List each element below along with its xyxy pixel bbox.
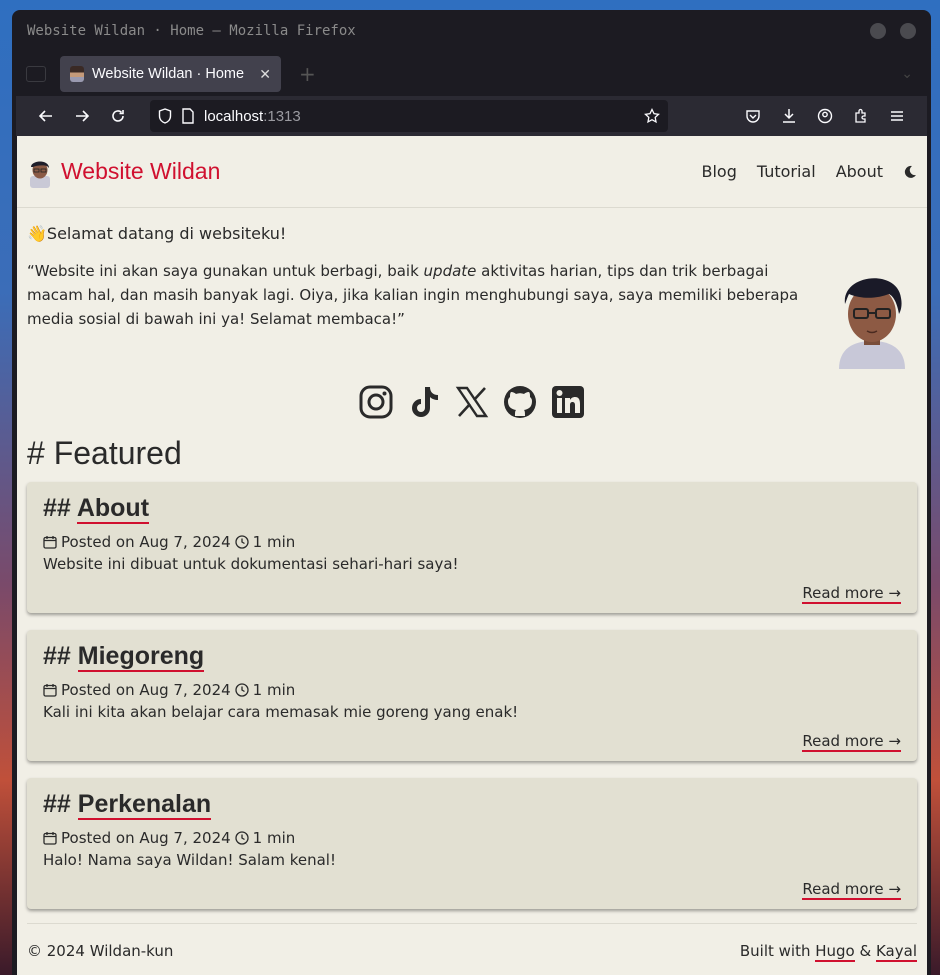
clock-icon — [235, 683, 249, 697]
toolbar-right — [735, 101, 915, 131]
welcome-message: Selamat datang di websiteku! — [46, 224, 287, 243]
window-title: Website Wildan · Home — Mozilla Firefox — [27, 23, 356, 39]
github-icon[interactable] — [503, 385, 537, 419]
forward-arrow-icon[interactable] — [64, 101, 100, 131]
tab-close-icon[interactable]: ✕ — [259, 66, 271, 83]
new-tab-plus-icon[interactable]: + — [299, 62, 316, 86]
account-icon[interactable] — [807, 101, 843, 131]
intro-section: 👋Selamat datang di websiteku! “Website i… — [17, 208, 927, 419]
bookmark-star-icon[interactable] — [644, 108, 660, 124]
moon-icon[interactable] — [903, 165, 917, 179]
read-more-link[interactable]: Read more → — [802, 880, 901, 900]
site-nav: Blog Tutorial About — [701, 162, 917, 181]
calendar-icon — [43, 536, 57, 549]
nav-tutorial[interactable]: Tutorial — [757, 162, 816, 181]
url-host: localhost — [204, 107, 264, 125]
post-card-about: ## About Posted on Aug 7, 2024 1 min Web… — [27, 482, 917, 613]
ampersand: & — [854, 942, 876, 960]
firefox-view-icon[interactable] — [26, 66, 46, 82]
card-title: ## Perkenalan — [43, 790, 901, 820]
social-links — [27, 385, 917, 419]
downloads-icon[interactable] — [771, 101, 807, 131]
site-header: Website Wildan Blog Tutorial About — [17, 136, 927, 208]
tab-label: Website Wildan · Home — [92, 66, 245, 82]
logo-avatar-icon[interactable] — [27, 156, 53, 188]
card-title: ## Miegoreng — [43, 642, 901, 672]
post-link-miegoreng[interactable]: Miegoreng — [77, 642, 205, 672]
quote-emphasis: update — [423, 262, 477, 280]
navigation-toolbar: localhost:1313 — [16, 96, 927, 136]
read-more-link[interactable]: Read more → — [802, 584, 901, 604]
clock-icon — [235, 535, 249, 549]
post-link-perkenalan[interactable]: Perkenalan — [77, 790, 212, 820]
reload-icon[interactable] — [100, 101, 136, 131]
extensions-icon[interactable] — [843, 101, 879, 131]
waving-hand-icon: 👋 — [27, 224, 47, 243]
card-title: ## About — [43, 494, 901, 524]
heading-prefix: ## — [43, 642, 78, 670]
calendar-icon — [43, 684, 57, 697]
title-bar: Website Wildan · Home — Mozilla Firefox — [12, 10, 931, 52]
post-date: Posted on Aug 7, 2024 — [61, 533, 231, 551]
x-icon[interactable] — [455, 385, 489, 419]
minimize-button[interactable] — [870, 23, 886, 39]
site-title[interactable]: Website Wildan — [61, 158, 220, 185]
post-description: Website ini dibuat untuk dokumentasi seh… — [43, 555, 459, 573]
built-with: Built with Hugo & Kayal — [739, 942, 917, 962]
featured-heading: # Featured — [27, 435, 182, 471]
shield-icon[interactable] — [158, 108, 172, 124]
featured-cards: ## About Posted on Aug 7, 2024 1 min Web… — [17, 472, 927, 909]
post-date: Posted on Aug 7, 2024 — [61, 829, 231, 847]
read-time: 1 min — [252, 533, 296, 551]
nav-about[interactable]: About — [836, 162, 883, 181]
tab-website-wildan[interactable]: Website Wildan · Home ✕ — [60, 56, 281, 92]
welcome-text: 👋Selamat datang di websiteku! — [27, 224, 917, 243]
post-card-miegoreng: ## Miegoreng Posted on Aug 7, 2024 1 min… — [27, 630, 917, 761]
browser-window: Website Wildan · Home — Mozilla Firefox … — [12, 10, 931, 975]
post-date: Posted on Aug 7, 2024 — [61, 681, 231, 699]
url-port: :1313 — [263, 107, 301, 125]
site-footer: © 2024 Wildan-kun Built with Hugo & Kaya… — [27, 923, 917, 962]
tab-bar: Website Wildan · Home ✕ + ⌄ — [12, 52, 931, 96]
close-window-button[interactable] — [900, 23, 916, 39]
profile-avatar — [839, 278, 905, 369]
read-time: 1 min — [252, 829, 296, 847]
read-more-link[interactable]: Read more → — [802, 732, 901, 752]
list-tabs-chevron-icon[interactable]: ⌄ — [901, 66, 913, 82]
intro-row: “Website ini akan saya gunakan untuk ber… — [27, 259, 917, 369]
post-card-perkenalan: ## Perkenalan Posted on Aug 7, 2024 1 mi… — [27, 778, 917, 909]
linkedin-icon[interactable] — [551, 385, 585, 419]
heading-prefix: ## — [43, 494, 77, 522]
clock-icon — [235, 831, 249, 845]
page-icon[interactable] — [182, 108, 194, 124]
quote-part-1: “Website ini akan saya gunakan untuk ber… — [27, 262, 424, 280]
read-time: 1 min — [252, 681, 296, 699]
menu-hamburger-icon[interactable] — [879, 101, 915, 131]
back-arrow-icon[interactable] — [28, 101, 64, 131]
nav-blog[interactable]: Blog — [701, 162, 736, 181]
copyright: © 2024 Wildan-kun — [27, 942, 174, 960]
tiktok-icon[interactable] — [407, 385, 441, 419]
calendar-icon — [43, 832, 57, 845]
web-page: Website Wildan Blog Tutorial About 👋Sela… — [17, 136, 927, 975]
instagram-icon[interactable] — [359, 385, 393, 419]
card-meta: Posted on Aug 7, 2024 1 min — [43, 681, 901, 699]
post-description: Kali ini kita akan belajar cara memasak … — [43, 703, 519, 721]
url-text: localhost:1313 — [204, 108, 301, 125]
url-bar[interactable]: localhost:1313 — [150, 100, 668, 132]
pocket-icon[interactable] — [735, 101, 771, 131]
card-meta: Posted on Aug 7, 2024 1 min — [43, 533, 901, 551]
intro-quote: “Website ini akan saya gunakan untuk ber… — [27, 259, 827, 369]
avatar-favicon-icon — [70, 66, 84, 82]
hugo-link[interactable]: Hugo — [815, 942, 855, 962]
built-prefix: Built with — [739, 942, 816, 960]
card-meta: Posted on Aug 7, 2024 1 min — [43, 829, 901, 847]
heading-prefix: ## — [43, 790, 78, 818]
post-link-about[interactable]: About — [76, 494, 150, 524]
post-description: Halo! Nama saya Wildan! Salam kenal! — [43, 851, 336, 869]
kayal-link[interactable]: Kayal — [875, 942, 917, 962]
